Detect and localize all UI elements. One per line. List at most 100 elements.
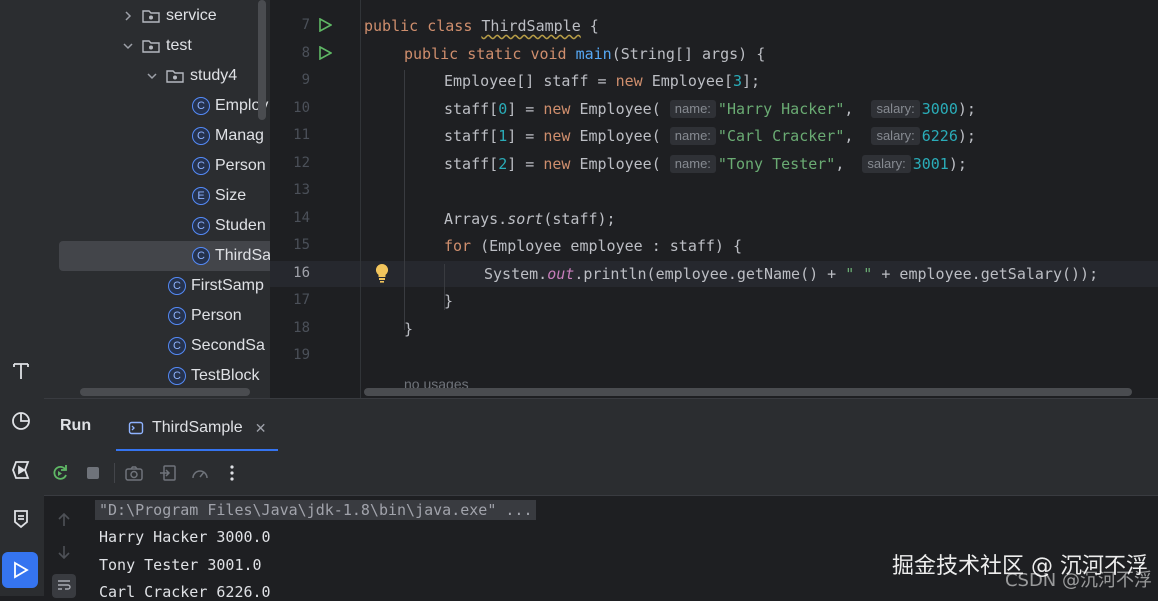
gauge-icon[interactable] [188,461,212,485]
run-gutter-icon[interactable] [318,46,332,60]
problems-icon[interactable] [6,504,36,534]
editor-horizontal-scrollbar[interactable] [364,388,1132,396]
kw-public: public [364,17,419,35]
number-literal: 3001 [912,155,949,173]
kw-static: static [467,45,522,63]
code-text: ); [957,100,976,118]
line-number: 19 [293,347,310,363]
chevron-down-icon[interactable] [120,38,136,54]
stop-icon[interactable] [81,461,105,485]
param-hint-salary: salary: [871,127,920,145]
camera-icon[interactable] [122,461,146,485]
code-text: ]; [742,72,761,90]
code-line-12: staff[2] = new Employee( name: "Tony Test… [444,153,967,175]
code-text: ); [948,155,967,173]
kw-void: void [530,45,567,63]
arrow-up-icon[interactable] [54,510,74,530]
run-tab-label: ThirdSample [152,419,243,436]
tree-item-study4[interactable]: study4 [144,61,237,91]
string-literal: "Harry Hacker" [717,100,845,118]
tree-item-student[interactable]: C Studen [192,211,266,241]
tree-item-service[interactable]: service [120,1,217,31]
number-literal: 0 [498,100,508,118]
soft-wrap-icon[interactable] [52,574,76,598]
tree-item-secondsample[interactable]: C SecondSa [168,331,265,361]
code-text: (Employee employee : staff) { [471,237,743,255]
lightbulb-icon[interactable] [372,262,392,284]
more-options-icon[interactable] [220,461,244,485]
csdn-watermark: CSDN @沉河不浮 [1004,570,1152,591]
code-text: Employee( [570,127,661,145]
project-tree-panel: service test study4 C Employ C Manag C P… [44,0,270,398]
run-toolbar [44,451,1158,496]
kw-public: public [404,45,459,63]
gutter-divider [360,0,361,398]
tree-item-label: service [166,7,217,24]
code-line-14: Arrays.sort(staff); [444,208,616,230]
class-icon: C [168,307,186,325]
services-icon[interactable] [6,455,36,485]
line-number: 11 [293,127,310,143]
profiler-icon[interactable] [6,405,36,435]
rerun-icon[interactable] [48,461,72,485]
chevron-down-icon[interactable] [144,68,160,84]
arrow-down-icon[interactable] [54,542,74,562]
code-line-8: public static void main(String[] args) { [404,43,765,65]
code-text: ] = [507,127,544,145]
static-method: sort [507,210,544,228]
string-literal: "Tony Tester" [717,155,836,173]
code-text: Arrays. [444,210,508,228]
tree-item-testblock[interactable]: C TestBlock [168,361,259,391]
kw-class: class [427,17,473,35]
code-line-16: System.out.println(employee.getName() + … [484,263,1098,285]
code-text: Employee[] staff = [444,72,616,90]
tree-item-label: ThirdSa [215,247,270,264]
indent-guide [404,70,405,330]
enum-icon: E [192,187,210,205]
code-line-18: } [404,318,413,340]
brace: { [580,17,599,35]
tree-item-label: Person [215,157,266,174]
console-output-line: Carl Cracker 6226.0 [99,583,271,601]
tree-item-person[interactable]: C Person [192,151,266,181]
exit-icon[interactable] [156,461,180,485]
tree-item-test[interactable]: test [120,31,192,61]
tree-item-label: Size [215,187,247,204]
tree-item-manager[interactable]: C Manag [192,121,264,151]
close-icon[interactable]: ✕ [255,420,267,437]
project-vertical-scrollbar[interactable] [258,0,266,120]
class-name: ThirdSample [481,17,581,35]
kw-new: new [543,155,571,173]
code-line-7: public class ThirdSample { [364,15,599,37]
tree-item-thirdsample[interactable]: C ThirdSa [59,241,270,271]
tree-item-employee[interactable]: C Employ [192,91,268,121]
run-tab-thirdsample[interactable]: ThirdSample ✕ [116,407,279,451]
param-hint-salary: salary: [871,100,920,118]
number-literal: 3 [733,72,743,90]
structure-icon[interactable] [6,356,36,386]
run-icon[interactable] [2,552,38,588]
tree-item-label: study4 [190,67,238,84]
tree-item-firstsample[interactable]: C FirstSamp [168,271,264,301]
toolbar-divider [114,463,115,483]
run-gutter-icon[interactable] [318,18,332,32]
line-number: 15 [293,237,310,253]
tree-item-label: Person [191,307,242,324]
line-number: 7 [301,17,310,33]
line-number: 12 [293,155,310,171]
chevron-right-icon[interactable] [120,8,136,24]
tree-item-size[interactable]: E Size [192,181,246,211]
tree-item-person-2[interactable]: C Person [168,301,242,331]
line-number: 17 [293,292,310,308]
package-icon [142,40,160,53]
project-horizontal-scrollbar[interactable] [80,388,250,396]
console-output-line: Tony Tester 3001.0 [99,556,262,574]
line-number-current: 16 [293,265,310,281]
class-icon: C [192,127,210,145]
code-text: System. [484,265,548,283]
tree-item-label: SecondSa [191,337,265,354]
code-editor[interactable]: 7 8 9 10 11 12 13 14 15 16 17 18 19 publ… [270,0,1158,398]
code-text: staff[ [444,127,499,145]
code-text: .println(employee.getName() + [574,265,846,283]
class-icon: C [168,277,186,295]
